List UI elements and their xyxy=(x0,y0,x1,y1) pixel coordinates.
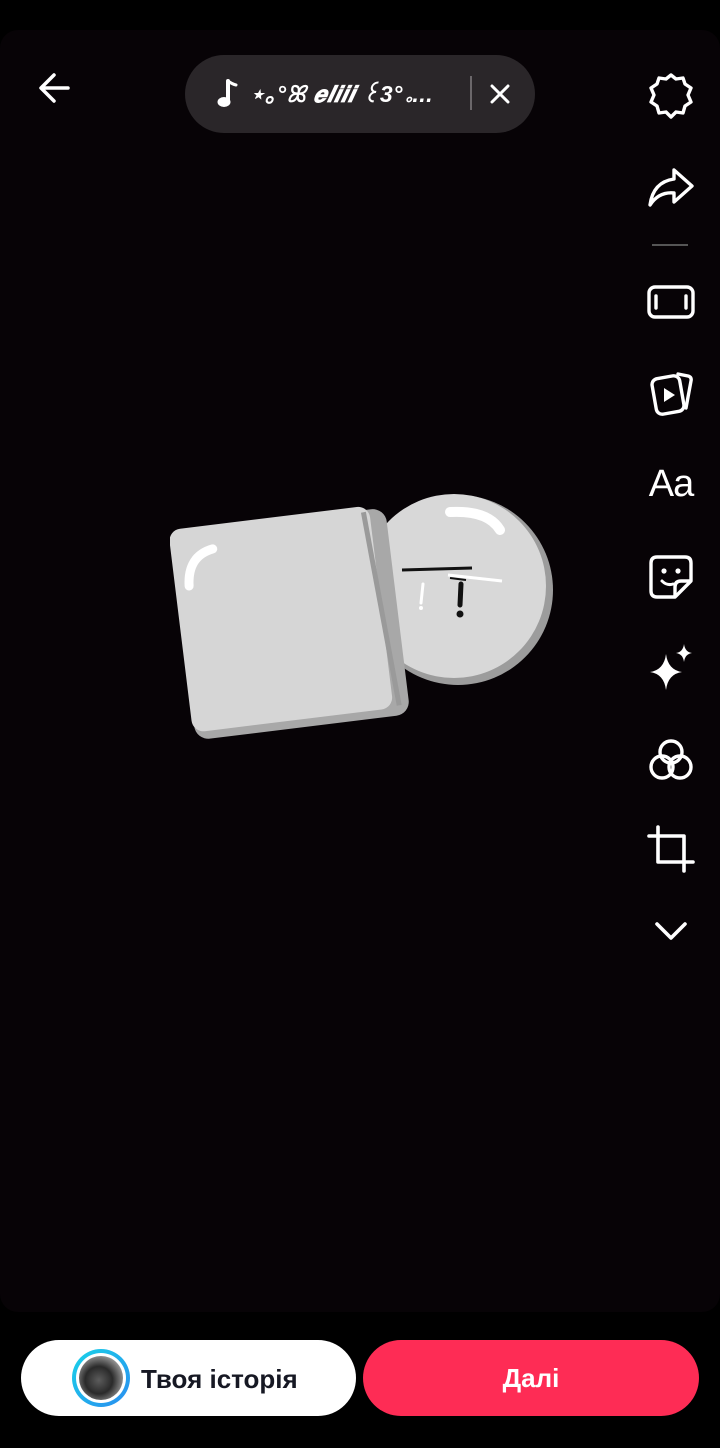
sticker-icon xyxy=(649,555,693,599)
music-note-icon xyxy=(217,79,238,107)
templates-button[interactable] xyxy=(642,364,700,422)
back-button[interactable] xyxy=(30,66,78,110)
next-button[interactable]: Далі xyxy=(363,1340,699,1416)
sound-divider xyxy=(470,76,472,110)
crop-icon xyxy=(647,825,695,873)
chevron-down-icon xyxy=(655,922,687,940)
toolbar-separator xyxy=(652,244,688,246)
filters-icon xyxy=(649,739,693,780)
effects-sparkle-icon xyxy=(650,644,692,690)
avatar-image xyxy=(79,1356,123,1400)
sticker-button[interactable] xyxy=(642,548,700,606)
close-icon[interactable] xyxy=(484,78,516,110)
text-tool-icon: Aa xyxy=(648,462,694,505)
templates-icon xyxy=(650,372,693,416)
sound-title: ⋆｡°ꕤ 𝒆𝒍𝒊𝒊𝒊 ꒰3°｡... xyxy=(250,81,434,107)
settings-gear-icon xyxy=(649,73,693,119)
your-story-label: Твоя історія xyxy=(141,1364,298,1394)
crop-button[interactable] xyxy=(642,820,700,878)
more-tools-button[interactable] xyxy=(642,902,700,960)
settings-button[interactable] xyxy=(642,67,700,125)
effects-button[interactable] xyxy=(642,638,700,696)
share-arrow-icon xyxy=(648,168,694,207)
filters-button[interactable] xyxy=(642,731,700,789)
text-button[interactable]: Aa xyxy=(642,455,700,513)
character-illustration xyxy=(170,494,553,739)
share-button[interactable] xyxy=(642,158,700,216)
aspect-ratio-icon xyxy=(647,285,695,319)
arrow-left-icon xyxy=(39,73,70,103)
avatar xyxy=(72,1349,130,1407)
aspect-ratio-button[interactable] xyxy=(642,273,700,331)
